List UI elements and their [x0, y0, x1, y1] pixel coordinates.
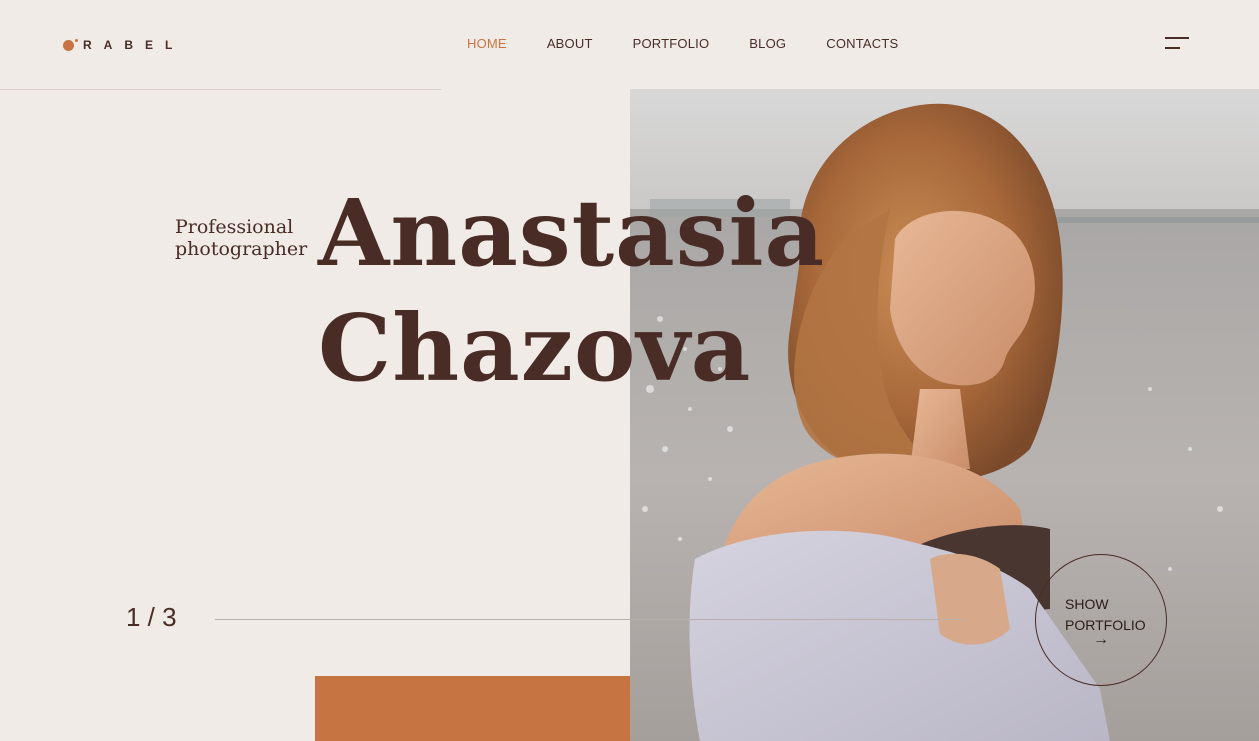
menu-bar-bottom: [1165, 47, 1180, 49]
nav-item-about[interactable]: ABOUT: [547, 36, 593, 51]
arrow-right-icon: →: [1093, 631, 1109, 648]
name-line-1: Anastasia: [318, 179, 826, 287]
logo-dot-icon: [63, 38, 78, 51]
hero-name: Anastasia Chazova: [318, 176, 825, 406]
hero-subtitle: Professional photographer: [175, 216, 307, 260]
hamburger-menu-icon[interactable]: [1165, 37, 1189, 51]
main-nav: HOME ABOUT PORTFOLIO BLOG CONTACTS: [467, 36, 938, 51]
nav-item-home[interactable]: HOME: [467, 36, 507, 51]
logo[interactable]: RABEL: [63, 38, 184, 52]
header-divider: [0, 89, 441, 90]
nav-item-contacts[interactable]: CONTACTS: [826, 36, 898, 51]
name-line-2: Chazova: [318, 294, 752, 402]
nav-item-blog[interactable]: BLOG: [749, 36, 786, 51]
slide-progress-line: [215, 619, 965, 620]
show-portfolio-button[interactable]: SHOW PORTFOLIO →: [1035, 554, 1167, 686]
accent-block: [315, 676, 630, 741]
site-header: RABEL HOME ABOUT PORTFOLIO BLOG CONTACTS: [0, 0, 1259, 89]
cta-line-1: SHOW: [1065, 596, 1109, 612]
subtitle-line-2: photographer: [175, 238, 308, 260]
subtitle-line-1: Professional: [175, 216, 294, 238]
menu-bar-top: [1165, 37, 1189, 39]
logo-text: RABEL: [83, 38, 185, 52]
slide-counter: 1 / 3: [126, 602, 177, 632]
nav-item-portfolio[interactable]: PORTFOLIO: [633, 36, 710, 51]
show-portfolio-label: SHOW PORTFOLIO: [1065, 594, 1146, 636]
